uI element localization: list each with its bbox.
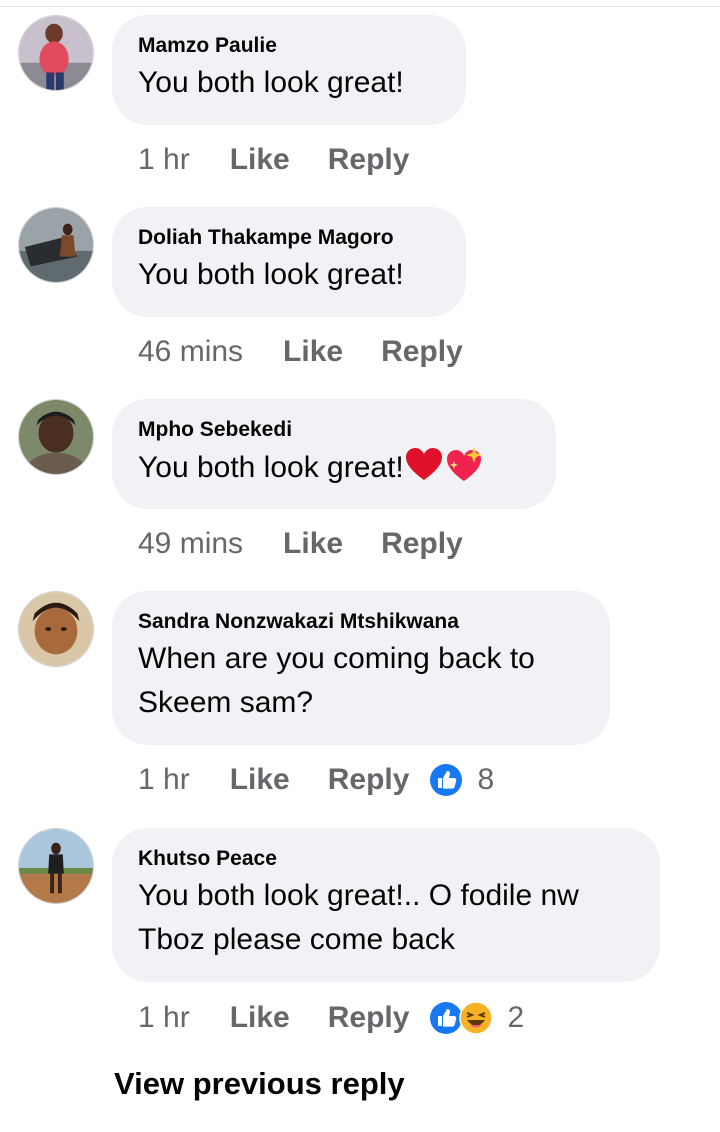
comment-actions: 46 mins Like Reply [138, 330, 483, 374]
red-heart-icon [404, 445, 444, 485]
like-button[interactable]: Like [230, 143, 290, 177]
like-button[interactable]: Like [283, 335, 343, 369]
reply-button[interactable]: Reply [328, 1001, 410, 1035]
reactions-summary[interactable]: 2 [429, 1001, 524, 1035]
reply-button[interactable]: Reply [381, 527, 463, 561]
author-name[interactable]: Mamzo Paulie [138, 33, 440, 59]
comment-bubble: Mpho Sebekedi You both look great! [112, 399, 556, 509]
reply-button[interactable]: Reply [381, 335, 463, 369]
comment-text-line: You both look great!.. O fodile nw [138, 879, 579, 912]
comment-bubble: Mamzo Paulie You both look great! [112, 15, 466, 125]
avatar[interactable] [18, 207, 94, 283]
reply-button[interactable]: Reply [328, 143, 410, 177]
comment-text-content: You both look great! [138, 451, 404, 484]
avatar-photo [19, 829, 93, 903]
author-name[interactable]: Sandra Nonzwakazi Mtshikwana [138, 609, 584, 635]
avatar-photo [19, 16, 93, 90]
author-name[interactable]: Mpho Sebekedi [138, 417, 530, 443]
timestamp[interactable]: 1 hr [138, 1001, 190, 1035]
comment-text: When are you coming back to Skeem sam? [138, 637, 584, 725]
reaction-count: 2 [507, 1001, 525, 1034]
timestamp[interactable]: 49 mins [138, 527, 243, 561]
like-reaction-icon [429, 1001, 463, 1035]
comment-bubble: Doliah Thakampe Magoro You both look gre… [112, 207, 466, 317]
timestamp[interactable]: 1 hr [138, 143, 190, 177]
comment-text: You both look great! [138, 445, 530, 490]
timestamp[interactable]: 1 hr [138, 763, 190, 797]
avatar[interactable] [18, 399, 94, 475]
timestamp[interactable]: 46 mins [138, 335, 243, 369]
avatar[interactable] [18, 591, 94, 667]
avatar-photo [19, 400, 93, 474]
avatar[interactable] [18, 828, 94, 904]
like-button[interactable]: Like [230, 763, 290, 797]
reactions-summary[interactable]: 8 [429, 763, 494, 797]
like-button[interactable]: Like [230, 1001, 290, 1035]
comment-text: You both look great!.. O fodile nw Tboz … [138, 874, 634, 962]
avatar[interactable] [18, 15, 94, 91]
comment-bubble: Khutso Peace You both look great!.. O fo… [112, 828, 660, 982]
comment-bubble: Sandra Nonzwakazi Mtshikwana When are yo… [112, 591, 610, 745]
avatar-photo [19, 208, 93, 282]
comment-text: You both look great! [138, 66, 404, 99]
author-name[interactable]: Doliah Thakampe Magoro [138, 225, 440, 251]
reaction-count: 8 [477, 763, 495, 796]
haha-reaction-icon [459, 1001, 494, 1035]
avatar-photo [19, 592, 93, 666]
comment-text-line: Skeem sam? [138, 686, 314, 719]
comment-actions: 1 hr Like Reply 8 [138, 758, 494, 802]
comment-actions: 1 hr Like Reply [138, 138, 429, 182]
top-divider [0, 6, 720, 7]
reply-button[interactable]: Reply [328, 763, 410, 797]
view-previous-reply-link[interactable]: View previous reply [114, 1066, 405, 1102]
comment-text-line: When are you coming back to [138, 642, 535, 675]
author-name[interactable]: Khutso Peace [138, 846, 634, 872]
like-button[interactable]: Like [283, 527, 343, 561]
like-reaction-icon [429, 763, 463, 797]
sparkling-heart-icon [444, 445, 484, 485]
comment-actions: 1 hr Like Reply 2 [138, 996, 524, 1040]
comment-text: You both look great! [138, 258, 404, 291]
comment-actions: 49 mins Like Reply [138, 522, 483, 566]
comment-text-line: Tboz please come back [138, 923, 455, 956]
